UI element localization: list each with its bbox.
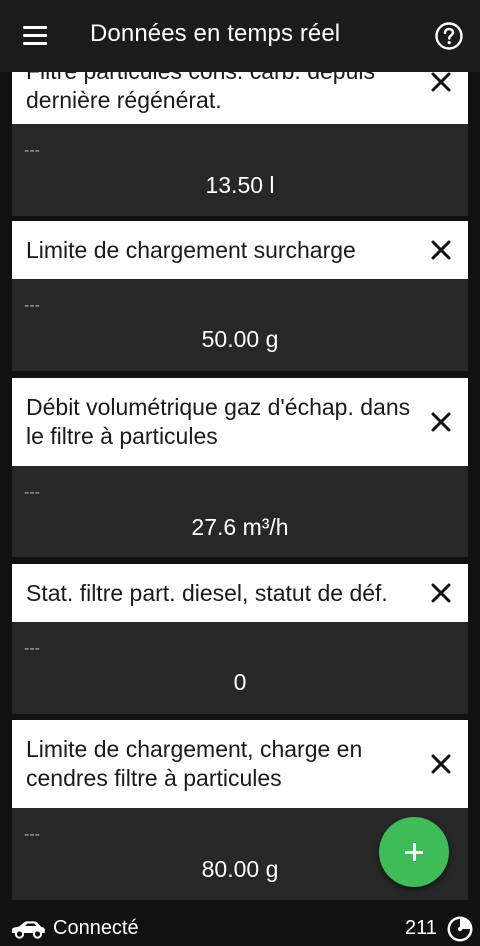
parameter-card-body: --- 27.6 m³/h [12, 466, 468, 557]
status-bar: Connecté 211 [0, 910, 480, 946]
parameter-placeholder: --- [24, 297, 40, 314]
parameter-placeholder: --- [24, 142, 40, 159]
parameter-card-body: --- 0 [12, 622, 468, 714]
parameter-card: Filtre particules cons. carb. depuis der… [12, 72, 468, 216]
close-icon[interactable] [428, 72, 454, 95]
parameter-placeholder: --- [24, 484, 40, 501]
parameter-card: Débit volumétrique gaz d'échap. dans le … [12, 378, 468, 557]
close-icon[interactable] [428, 237, 454, 263]
parameter-card-body: --- 13.50 l [12, 124, 468, 216]
gauge-icon [447, 916, 473, 942]
parameter-label: Stat. filtre part. diesel, statut de déf… [26, 579, 388, 606]
parameter-card-header: Limite de chargement surcharge [12, 221, 468, 279]
parameter-card-body: --- 50.00 g [12, 279, 468, 371]
app-root: Filtre particules cons. carb. depuis der… [0, 0, 480, 946]
page-title: Données en temps réel [90, 20, 341, 47]
top-app-bar: Données en temps réel [0, 0, 480, 72]
parameter-value: 27.6 m³/h [191, 514, 289, 540]
parameter-placeholder: --- [24, 640, 40, 657]
parameter-label: Limite de chargement surcharge [26, 236, 356, 263]
parameter-card: Stat. filtre part. diesel, statut de déf… [12, 564, 468, 714]
close-icon[interactable] [428, 409, 454, 435]
parameter-card-header: Limite de chargement, charge en cendres … [12, 720, 468, 808]
parameter-card: Limite de chargement surcharge --- 50.00… [12, 221, 468, 371]
parameter-card-header: Débit volumétrique gaz d'échap. dans le … [12, 378, 468, 466]
parameter-label: Débit volumétrique gaz d'échap. dans le … [26, 394, 411, 449]
menu-icon[interactable] [16, 22, 54, 50]
parameter-card-header: Stat. filtre part. diesel, statut de déf… [12, 564, 468, 622]
close-icon[interactable] [428, 751, 454, 777]
help-circle-icon[interactable] [434, 21, 464, 51]
parameter-value: 13.50 l [205, 172, 275, 198]
parameter-placeholder: --- [24, 826, 40, 843]
parameter-list[interactable]: Filtre particules cons. carb. depuis der… [0, 72, 480, 910]
parameter-label: Filtre particules cons. carb. depuis der… [26, 72, 375, 113]
parameter-count: 211 [405, 917, 437, 939]
car-icon [12, 921, 45, 939]
connection-status: Connecté [53, 917, 139, 939]
parameter-value: 0 [233, 669, 247, 695]
parameter-value: 50.00 g [201, 326, 279, 352]
close-icon[interactable] [428, 580, 454, 606]
add-parameter-button[interactable] [379, 817, 449, 887]
parameter-label: Limite de chargement, charge en cendres … [26, 736, 363, 791]
parameter-card-header: Filtre particules cons. carb. depuis der… [12, 72, 468, 124]
